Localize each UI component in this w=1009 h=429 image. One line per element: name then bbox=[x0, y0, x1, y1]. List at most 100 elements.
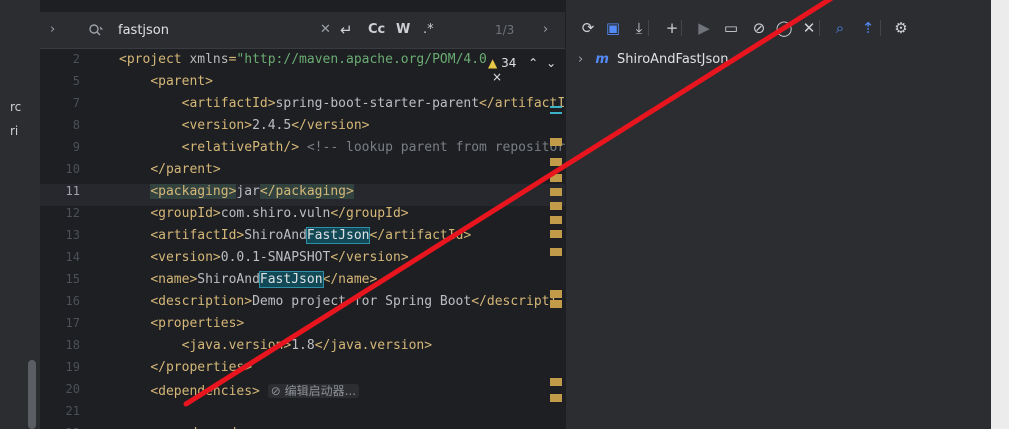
line-number[interactable]: 21 bbox=[40, 404, 80, 418]
code-text[interactable]: <artifactId>ShiroAndFastJson</artifactId… bbox=[119, 227, 471, 244]
reload-icon[interactable]: ⟳ bbox=[578, 18, 598, 38]
stripe-mark[interactable] bbox=[550, 158, 562, 166]
stripe-mark[interactable] bbox=[550, 394, 562, 402]
code-text[interactable]: </properties> bbox=[119, 360, 252, 375]
code-text[interactable]: <parent> bbox=[119, 74, 213, 89]
find-icon[interactable]: ⌕ bbox=[830, 18, 850, 38]
upload-icon[interactable]: ⇡ bbox=[858, 18, 878, 38]
line-number[interactable]: 15 bbox=[40, 272, 80, 286]
line-number[interactable]: 8 bbox=[40, 118, 80, 132]
code-line[interactable]: 9 <relativePath/> <!-- lookup parent fro… bbox=[40, 140, 565, 162]
line-number[interactable]: 12 bbox=[40, 206, 80, 220]
code-line[interactable]: 17 <properties> bbox=[40, 316, 565, 338]
new-line-icon[interactable]: ↵ bbox=[340, 12, 353, 48]
code-line[interactable]: 11 <packaging>jar</packaging> bbox=[40, 184, 565, 206]
code-text[interactable]: <groupId>com.shiro.vuln</groupId> bbox=[119, 206, 408, 221]
stripe-mark[interactable] bbox=[550, 112, 562, 114]
code-text[interactable]: <packaging>jar</packaging> bbox=[119, 184, 354, 199]
code-text[interactable]: <project xmlns="http://maven.apache.org/… bbox=[119, 52, 487, 67]
regex-toggle[interactable]: .* bbox=[423, 12, 434, 48]
line-number[interactable]: 18 bbox=[40, 338, 80, 352]
code-area[interactable]: 2 <project xmlns="http://maven.apache.org… bbox=[40, 52, 565, 429]
collapse-icon[interactable]: ✕ bbox=[799, 18, 819, 38]
search-match: FastJson bbox=[258, 271, 324, 288]
code-line[interactable]: 20 <dependencies> ⊘ 编辑启动器... bbox=[40, 382, 565, 404]
previous-highlight-icon[interactable]: ⌃ bbox=[528, 56, 538, 70]
next-match-chevron-icon[interactable]: › bbox=[543, 12, 548, 48]
line-number[interactable]: 19 bbox=[40, 360, 80, 374]
stripe-mark[interactable] bbox=[550, 378, 562, 386]
add-icon[interactable]: + bbox=[662, 18, 682, 38]
line-number[interactable]: 2 bbox=[40, 52, 80, 66]
code-line[interactable]: 2 <project xmlns="http://maven.apache.org… bbox=[40, 52, 565, 74]
line-number[interactable]: 7 bbox=[40, 96, 80, 110]
code-text[interactable]: </parent> bbox=[119, 162, 220, 177]
code-text[interactable]: <version>2.4.5</version> bbox=[119, 118, 370, 133]
stripe-mark[interactable] bbox=[550, 138, 562, 146]
code-line[interactable]: 12 <groupId>com.shiro.vuln</groupId> bbox=[40, 206, 565, 228]
settings-icon[interactable]: ⚙ bbox=[891, 18, 911, 38]
code-line[interactable]: 19 </properties> bbox=[40, 360, 565, 382]
code-text[interactable]: <java.version>1.8</java.version> bbox=[119, 338, 432, 353]
code-line[interactable]: 16 <description>Demo project for Spring … bbox=[40, 294, 565, 316]
code-line[interactable]: 10 </parent> bbox=[40, 162, 565, 184]
match-case-toggle[interactable]: Cc bbox=[368, 12, 385, 48]
code-line[interactable]: 18 <java.version>1.8</java.version> bbox=[40, 338, 565, 360]
stripe-mark[interactable] bbox=[550, 230, 562, 238]
stripe-mark[interactable] bbox=[550, 290, 562, 298]
stripe-mark[interactable] bbox=[550, 248, 562, 256]
code-text[interactable]: <description>Demo project for Spring Boo… bbox=[119, 294, 557, 309]
stripe-mark[interactable] bbox=[550, 188, 562, 196]
stripe-mark[interactable] bbox=[550, 174, 562, 182]
code-text[interactable]: <dependencies> ⊘ 编辑启动器... bbox=[119, 382, 360, 399]
inlay-hint[interactable]: ⊘ 编辑启动器... bbox=[267, 384, 360, 398]
skip-tests-icon[interactable]: ⊘ bbox=[749, 18, 769, 38]
line-number[interactable]: 9 bbox=[40, 140, 80, 154]
code-text[interactable]: <version>0.0.1-SNAPSHOT</version> bbox=[119, 250, 408, 265]
maven-icon: m bbox=[595, 52, 609, 67]
stripe-mark[interactable] bbox=[550, 300, 562, 308]
code-text[interactable]: <relativePath/> <!-- lookup parent from … bbox=[119, 140, 565, 155]
search-icon[interactable] bbox=[88, 12, 104, 48]
code-line[interactable]: 7 <artifactId>spring-boot-starter-parent… bbox=[40, 96, 565, 118]
line-number[interactable]: 10 bbox=[40, 162, 80, 176]
error-stripe[interactable] bbox=[550, 52, 565, 429]
code-line[interactable]: 15 <name>ShiroAndFastJson</name> bbox=[40, 271, 565, 294]
code-line[interactable]: 21 bbox=[40, 404, 565, 426]
close-icon[interactable]: × bbox=[492, 70, 502, 84]
code-line[interactable]: 13 <artifactId>ShiroAndFastJson</artifac… bbox=[40, 227, 565, 250]
expand-chevron-icon[interactable]: › bbox=[578, 52, 583, 67]
search-match: FastJson bbox=[305, 227, 371, 244]
line-number[interactable]: 16 bbox=[40, 294, 80, 308]
stripe-mark[interactable] bbox=[550, 216, 562, 224]
code-text[interactable]: <properties> bbox=[119, 316, 244, 331]
open-folder-icon[interactable]: ▣ bbox=[603, 18, 623, 38]
line-number[interactable]: 14 bbox=[40, 250, 80, 264]
code-text[interactable]: <artifactId>spring-boot-starter-parent</… bbox=[119, 96, 565, 111]
line-number[interactable]: 17 bbox=[40, 316, 80, 330]
stripe-mark[interactable] bbox=[550, 106, 562, 108]
find-input[interactable] bbox=[118, 20, 308, 40]
whole-words-toggle[interactable]: W bbox=[396, 12, 410, 48]
code-editor[interactable]: › ✕ ↵ Cc W .* 1/3 › 2 <project xmlns="htt… bbox=[40, 0, 565, 429]
code-line[interactable]: 5 <parent> bbox=[40, 74, 565, 96]
line-number[interactable]: 20 bbox=[40, 382, 80, 396]
stripe-mark[interactable] bbox=[550, 202, 562, 210]
run-icon[interactable]: ▶ bbox=[694, 18, 714, 38]
left-panel-scrollbar[interactable] bbox=[28, 360, 36, 429]
code-text[interactable]: <name>ShiroAndFastJson</name> bbox=[119, 271, 377, 288]
toggle-panel-icon[interactable]: ▭ bbox=[721, 18, 741, 38]
download-icon[interactable]: ⤓ bbox=[629, 18, 649, 38]
line-number[interactable]: 13 bbox=[40, 228, 80, 242]
circle-icon[interactable]: ◯ bbox=[774, 18, 794, 38]
code-line[interactable]: 14 <version>0.0.1-SNAPSHOT</version> bbox=[40, 250, 565, 272]
code-token: <artifactId> bbox=[150, 228, 245, 243]
line-number[interactable]: 11 bbox=[40, 184, 80, 198]
line-number[interactable]: 5 bbox=[40, 74, 80, 88]
find-expand-chevron-icon[interactable]: › bbox=[50, 12, 55, 48]
clear-search-icon[interactable]: ✕ bbox=[320, 12, 331, 48]
code-token: <parent> bbox=[150, 74, 213, 89]
project-tree-row[interactable]: › m ShiroAndFastJson bbox=[578, 52, 728, 72]
code-line[interactable]: 8 <version>2.4.5</version> bbox=[40, 118, 565, 140]
